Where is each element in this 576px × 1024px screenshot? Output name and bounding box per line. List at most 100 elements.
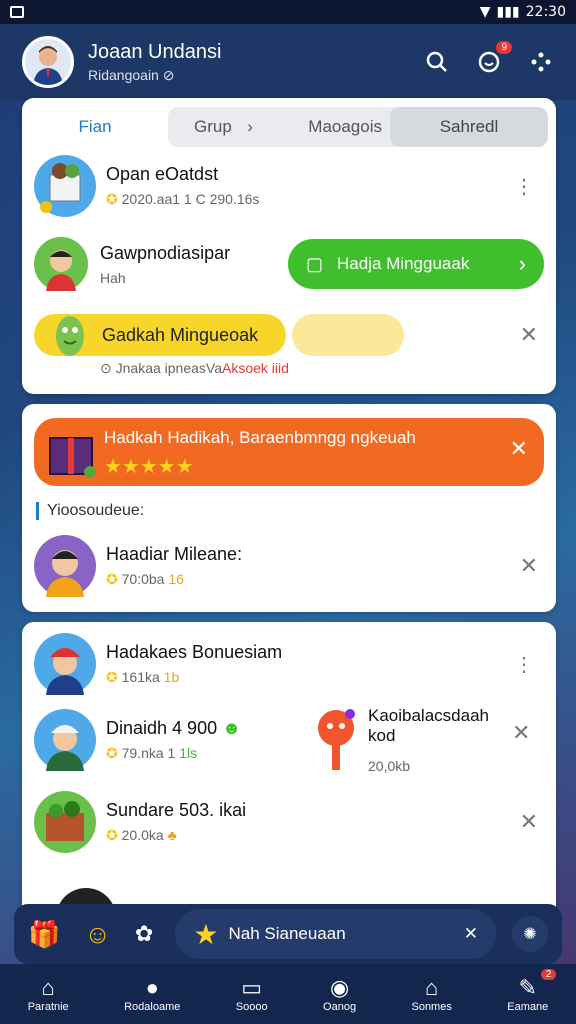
item-meta: ✪ 2020.aa1 1 C 290.16s xyxy=(106,191,260,207)
close-icon[interactable]: ✕ xyxy=(520,322,538,348)
nav-eamane[interactable]: ✎ Eamane 2 xyxy=(507,969,557,1013)
list-item[interactable]: Sundare 503. ikai ✪ 20.0ka ♣ ✕ xyxy=(22,790,556,854)
star-icon: ✪ xyxy=(106,191,118,207)
bag-icon: ▢ xyxy=(306,253,324,274)
list-item[interactable]: Hadakaes Bonuesiam ✪ 161ka 1b ⋮ xyxy=(22,632,556,696)
status-bar: ▼ ▮▮▮ 22:30 xyxy=(0,0,576,24)
home-icon: ⌂ xyxy=(41,975,55,1000)
gadkah-pill[interactable]: Gadkah Mingueoak xyxy=(34,314,286,356)
wifi-icon: ▼ xyxy=(479,4,491,20)
item-title: Sundare 503. ikai xyxy=(106,800,247,820)
feed-card-3: Hadakaes Bonuesiam ✪ 161ka 1b ⋮ Dinaidh … xyxy=(22,622,556,922)
tab-grup[interactable]: Grup xyxy=(194,117,232,137)
star-icon: ★ xyxy=(193,918,219,950)
nav-home[interactable]: ⌂ Paratnie xyxy=(28,975,69,1013)
star-icon: ✪ xyxy=(106,571,118,587)
status-time: 22:30 xyxy=(525,4,566,20)
item-title: Haadiar Mileane: xyxy=(106,544,243,564)
screenshot-icon xyxy=(10,6,24,18)
item-meta: ⊙ Jnakaa ipneasVaAksoek iiid xyxy=(100,360,289,376)
box-icon xyxy=(34,155,96,217)
item-meta: ✪ 20.0ka ♣ xyxy=(106,827,177,843)
more-dots-icon[interactable] xyxy=(528,49,554,75)
gift-icon[interactable]: 🎁 xyxy=(28,919,60,950)
tab-bar: Fian Grup › Maoagois Sahredl xyxy=(22,98,556,148)
user-name: Joaan Undansi xyxy=(88,40,222,63)
bottom-nav: ⌂ Paratnie ● Rodaloame ▭ Soooo ◉ Oanog ⌂… xyxy=(0,964,576,1024)
star-icon: ✪ xyxy=(106,669,118,685)
info-icon: ⊙ xyxy=(100,360,112,376)
more-vertical-icon[interactable]: ⋮ xyxy=(514,652,534,677)
money-icon: ☻ xyxy=(222,718,242,738)
nav-rodaloame[interactable]: ● Rodaloame xyxy=(124,975,180,1013)
mascot-icon xyxy=(48,308,92,365)
more-vertical-icon[interactable]: ⋮ xyxy=(514,174,534,199)
side-meta: 20,0kb xyxy=(368,758,411,774)
section-label: Yioosoudeue: xyxy=(36,502,144,520)
settings-icon[interactable]: ✺ xyxy=(512,916,548,952)
notification-badge: 9 xyxy=(496,41,512,54)
nav-badge: 2 xyxy=(540,969,557,980)
item-meta: ✪ 79.nka 1 1ls xyxy=(106,745,198,761)
item-meta: ✪ 161ka 1b xyxy=(106,669,180,685)
feed-card-1: Fian Grup › Maoagois Sahredl Opan eOatds… xyxy=(22,98,556,394)
side-title: Kaoibalacsdaah kod xyxy=(368,706,489,745)
notification-icon[interactable]: 9 xyxy=(476,41,512,75)
smiley-icon[interactable]: ☺ xyxy=(84,919,111,950)
item-title: Dinaidh 4 900 ☻ xyxy=(106,718,242,738)
close-icon[interactable]: ✕ xyxy=(510,436,528,462)
nav-oanog[interactable]: ◉ Oanog xyxy=(323,975,356,1013)
item-meta: ✪ 70:0ba 16 xyxy=(106,571,184,587)
search-input[interactable]: ★ Nah Sianeuaan ✕ xyxy=(175,909,496,959)
star-icon: ✪ xyxy=(106,827,118,843)
key-mascot-icon xyxy=(312,706,364,777)
list-item[interactable]: Opan eOatdst ✪ 2020.aa1 1 C 290.16s ⋮ xyxy=(22,154,556,218)
gift-basket-icon xyxy=(34,791,96,853)
flower-icon[interactable]: ✿ xyxy=(135,921,153,947)
search-icon[interactable] xyxy=(424,49,450,75)
tab-group-container: Grup › Maoagois Sahredl xyxy=(168,107,548,147)
item-title: Opan eOatdst xyxy=(106,164,219,184)
star-icon: ✪ xyxy=(106,745,118,761)
feed-card-2: Hadkah Hadikah, Baraenbmngg ngkeuah ★★★★… xyxy=(22,404,556,612)
side-item[interactable]: Kaoibalacsdaah kod 20,0kb ✕ xyxy=(312,706,532,776)
close-icon[interactable]: ✕ xyxy=(520,809,538,835)
apple-icon: ● xyxy=(145,975,159,1000)
banner-title: Hadkah Hadikah, Baraenbmngg ngkeuah xyxy=(104,428,416,447)
nav-sonmes[interactable]: ⌂ Sonmes xyxy=(411,975,451,1013)
verified-icon: ⊘ xyxy=(162,66,175,83)
avatar xyxy=(34,709,96,771)
signal-icon: ▮▮▮ xyxy=(496,4,520,20)
card-icon: ▭ xyxy=(241,975,263,1000)
list-item[interactable]: Gawpnodiasipar Hah ▢ Hadja Mingguaak › xyxy=(22,232,556,296)
item-title: Hadakaes Bonuesiam xyxy=(106,642,283,662)
header: Joaan Undansi Ridangoain ⊘ 9 xyxy=(0,24,576,100)
hadja-button[interactable]: ▢ Hadja Mingguaak › xyxy=(288,239,544,289)
user-subtitle: Ridangoain ⊘ xyxy=(88,66,175,83)
edit-icon: ✎ xyxy=(518,975,537,1000)
item-title: Gawpnodiasipar xyxy=(100,242,231,263)
item-sub: Hah xyxy=(100,269,126,286)
promo-banner[interactable]: Hadkah Hadikah, Baraenbmngg ngkeuah ★★★★… xyxy=(34,418,544,486)
tab-fian[interactable]: Fian xyxy=(22,107,168,147)
list-item[interactable]: Haadiar Mileane: ✪ 70:0ba 16 ✕ xyxy=(22,534,556,598)
shuffle-icon[interactable]: ✕ xyxy=(464,924,478,944)
avatar[interactable] xyxy=(22,36,74,88)
avatar xyxy=(34,237,88,291)
tab-sahredl[interactable]: Sahredl xyxy=(390,107,548,147)
tab-maoagois[interactable]: Maoagois xyxy=(308,117,382,137)
close-icon[interactable]: ✕ xyxy=(520,553,538,579)
avatar xyxy=(34,633,96,695)
close-icon[interactable]: ✕ xyxy=(512,720,530,746)
progress-pill xyxy=(292,314,404,356)
bottom-action-bar: 🎁 ☺ ✿ ★ Nah Sianeuaan ✕ ✺ xyxy=(14,904,562,964)
chat-icon: ◉ xyxy=(329,975,350,1000)
gift-box-icon xyxy=(44,422,100,487)
avatar xyxy=(34,535,96,597)
nav-soooo[interactable]: ▭ Soooo xyxy=(236,975,268,1013)
store-icon: ⌂ xyxy=(425,975,439,1000)
list-item[interactable]: Gadkah Mingueoak ✕ xyxy=(22,310,556,360)
rating-stars: ★★★★★ xyxy=(104,456,194,478)
chevron-right-icon: › xyxy=(518,251,526,276)
chevron-right-icon: › xyxy=(247,117,253,136)
